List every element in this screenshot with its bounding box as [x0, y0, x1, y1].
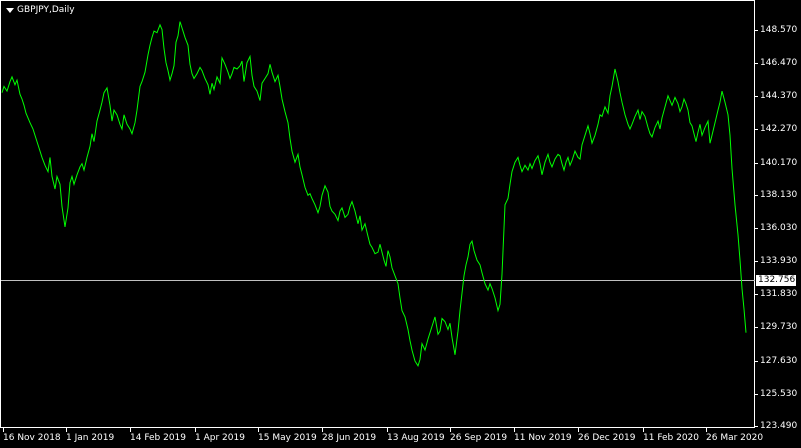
x-tick-label: 26 Sep 2019	[450, 433, 508, 443]
y-tick-label: 123.490	[760, 421, 798, 431]
chart-title[interactable]: GBPJPY,Daily	[6, 5, 75, 15]
x-tick-label: 15 May 2019	[258, 433, 317, 443]
y-tick-label: 133.930	[760, 256, 798, 267]
y-tick-label: 125.530	[760, 388, 798, 399]
y-tick-label: 142.270	[760, 124, 798, 135]
y-tick-label: 138.130	[760, 189, 798, 200]
x-tick-label: 1 Apr 2019	[195, 433, 245, 443]
x-tick-label: 14 Feb 2019	[130, 433, 187, 443]
dropdown-triangle-icon[interactable]	[6, 7, 14, 13]
y-tick-marks	[755, 30, 758, 427]
y-tick-label: 144.370	[760, 91, 798, 102]
y-tick-label: 140.170	[760, 157, 798, 168]
x-tick-label: 13 Aug 2019	[387, 433, 445, 443]
y-tick-label: 148.570	[760, 25, 798, 35]
x-tick-label: 26 Dec 2019	[578, 433, 636, 443]
price-series-line	[1, 21, 747, 367]
x-tick-label: 1 Jan 2019	[66, 433, 115, 443]
current-price-label: 132.756	[756, 274, 796, 286]
y-tick-label: 127.630	[760, 355, 798, 366]
y-tick-label: 146.470	[760, 58, 798, 69]
chart-window[interactable]: GBPJPY,Daily 148.570 146.470 144.370 142.27…	[0, 0, 801, 448]
price-chart[interactable]	[0, 0, 801, 448]
x-tick-label: 11 Feb 2020	[643, 433, 700, 443]
chart-title-text: GBPJPY,Daily	[17, 5, 75, 15]
x-tick-label: 28 Jun 2019	[322, 433, 377, 443]
y-tick-label: 131.830	[760, 289, 798, 300]
x-tick-label: 16 Nov 2018	[3, 433, 61, 443]
x-tick-label: 11 Nov 2019	[514, 433, 572, 443]
x-tick-label: 26 Mar 2020	[706, 433, 764, 443]
plot-frame	[0, 0, 755, 428]
x-tick-marks	[3, 428, 707, 432]
y-tick-label: 129.730	[760, 322, 798, 333]
y-tick-label: 136.030	[760, 223, 798, 233]
